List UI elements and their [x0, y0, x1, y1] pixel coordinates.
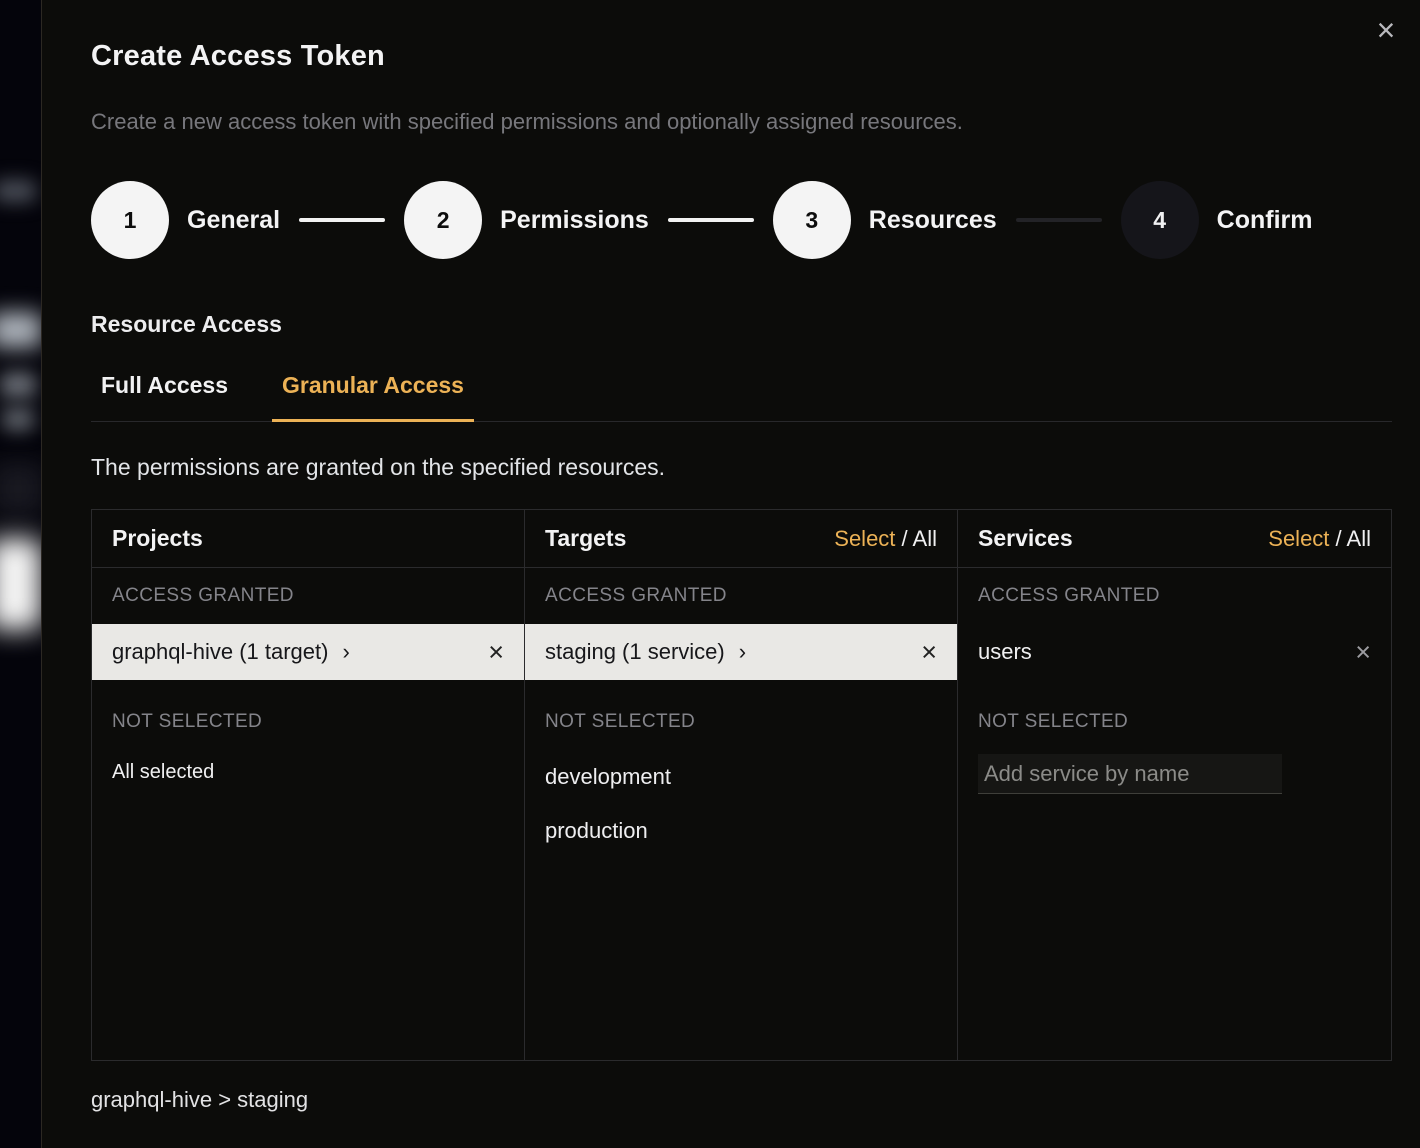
not-selected-label: NOT SELECTED	[958, 694, 1391, 750]
target-option-development[interactable]: development	[525, 750, 957, 804]
projects-column-title: Projects	[112, 525, 203, 552]
dialog-subtitle: Create a new access token with specified…	[91, 109, 1392, 135]
step-permissions[interactable]: 2 Permissions	[404, 181, 649, 259]
remove-target-icon[interactable]: ×	[921, 639, 937, 666]
step-label: Confirm	[1217, 206, 1313, 235]
access-granted-label: ACCESS GRANTED	[958, 568, 1391, 624]
stepper-connector	[668, 218, 754, 222]
services-column-header: Services Select / All	[958, 510, 1391, 568]
chevron-right-icon: ›	[342, 639, 349, 665]
breadcrumb: graphql-hive > staging	[91, 1087, 1392, 1113]
granted-service-row[interactable]: users ×	[958, 624, 1391, 680]
targets-select-links: Select / All	[834, 526, 937, 552]
access-granted-label: ACCESS GRANTED	[92, 568, 524, 624]
not-selected-label: NOT SELECTED	[92, 694, 524, 750]
step-label: Permissions	[500, 206, 649, 235]
target-option-production[interactable]: production	[525, 804, 957, 858]
tab-granular-access[interactable]: Granular Access	[272, 362, 474, 421]
projects-column-header: Projects	[92, 510, 524, 568]
breadcrumb-separator: >	[212, 1087, 237, 1112]
blurred-background-element	[0, 462, 44, 516]
access-granted-label: ACCESS GRANTED	[525, 568, 957, 624]
targets-column-header: Targets Select / All	[525, 510, 957, 568]
dialog-title: Create Access Token	[91, 0, 1392, 73]
granted-target-name: staging (1 service)	[545, 639, 725, 665]
granular-access-description: The permissions are granted on the speci…	[91, 454, 1392, 481]
step-number-badge: 2	[404, 181, 482, 259]
background-page	[0, 0, 41, 1148]
breadcrumb-target: staging	[237, 1087, 308, 1112]
not-selected-label: NOT SELECTED	[525, 694, 957, 750]
close-icon[interactable]: ×	[1366, 10, 1406, 50]
step-label: General	[187, 206, 280, 235]
step-label: Resources	[869, 206, 997, 235]
step-number-badge: 1	[91, 181, 169, 259]
wizard-stepper: 1 General 2 Permissions 3 Resources 4 Co…	[91, 181, 1392, 259]
services-select-links: Select / All	[1268, 526, 1371, 552]
remove-project-icon[interactable]: ×	[488, 639, 504, 666]
targets-select-link[interactable]: Select	[834, 526, 895, 551]
step-number-badge: 4	[1121, 181, 1199, 259]
add-service-input[interactable]	[978, 754, 1282, 794]
services-all-link[interactable]: All	[1347, 526, 1371, 551]
granted-project-row[interactable]: graphql-hive (1 target) › ×	[92, 624, 524, 680]
granted-target-row[interactable]: staging (1 service) › ×	[525, 624, 957, 680]
breadcrumb-project: graphql-hive	[91, 1087, 212, 1112]
blurred-background-element	[0, 372, 36, 398]
step-confirm[interactable]: 4 Confirm	[1121, 181, 1313, 259]
blurred-background-element	[0, 538, 42, 630]
granted-project-name: graphql-hive (1 target)	[112, 639, 328, 665]
services-select-link[interactable]: Select	[1268, 526, 1329, 551]
services-column-title: Services	[978, 525, 1073, 552]
step-resources[interactable]: 3 Resources	[773, 181, 997, 259]
targets-column-title: Targets	[545, 525, 626, 552]
granted-service-name: users	[978, 639, 1032, 665]
create-access-token-dialog: × Create Access Token Create a new acces…	[41, 0, 1420, 1148]
blurred-background-element	[0, 180, 36, 202]
resource-picker-table: Projects ACCESS GRANTED graphql-hive (1 …	[91, 509, 1392, 1061]
all-selected-note: All selected	[92, 750, 524, 794]
step-general[interactable]: 1 General	[91, 181, 280, 259]
resource-access-heading: Resource Access	[91, 311, 1392, 338]
services-column: Services Select / All ACCESS GRANTED use…	[958, 510, 1391, 1060]
stepper-connector	[299, 218, 385, 222]
chevron-right-icon: ›	[739, 639, 746, 665]
targets-column: Targets Select / All ACCESS GRANTED stag…	[525, 510, 958, 1060]
select-divider: /	[895, 526, 912, 551]
projects-column: Projects ACCESS GRANTED graphql-hive (1 …	[92, 510, 525, 1060]
stepper-connector	[1016, 218, 1102, 222]
targets-all-link[interactable]: All	[913, 526, 937, 551]
blurred-background-element	[2, 407, 34, 431]
blurred-background-element	[0, 312, 42, 348]
step-number-badge: 3	[773, 181, 851, 259]
tab-full-access[interactable]: Full Access	[91, 362, 238, 421]
access-mode-tabs: Full Access Granular Access	[91, 362, 1392, 422]
remove-service-icon[interactable]: ×	[1355, 639, 1371, 666]
select-divider: /	[1329, 526, 1346, 551]
